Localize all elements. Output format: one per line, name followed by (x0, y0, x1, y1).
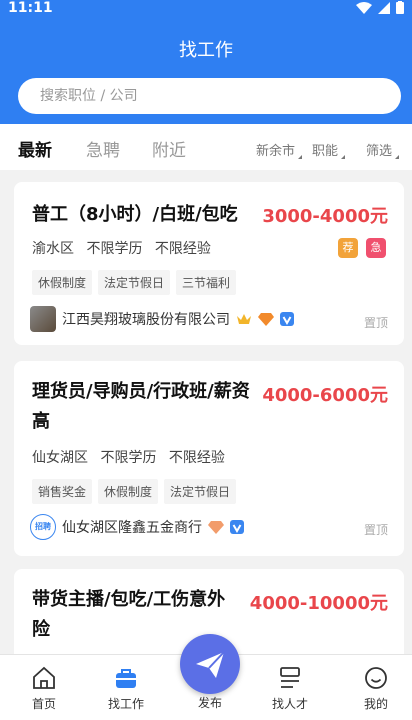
job-title: 普工（8小时）/白班/包吃 (32, 204, 238, 225)
job-card[interactable]: 理货员/导购员/行政班/薪资 高 4000-6000元 仙女湖区 不限学历 不限… (14, 361, 404, 556)
filter-more[interactable]: 筛选 (366, 140, 400, 159)
battery-icon (396, 1, 404, 14)
nav-home-label: 首页 (31, 697, 56, 711)
company-logo: 招聘 (30, 514, 56, 540)
job-salary: 3000-4000元 (262, 206, 388, 227)
benefit-tag: 法定节假日 (98, 270, 171, 295)
job-salary: 4000-10000元 (249, 593, 388, 614)
benefit-tag: 法定节假日 (164, 479, 237, 504)
nav-find-talent-label: 找人才 (271, 697, 308, 711)
benefit-tag: 销售奖金 (32, 479, 93, 504)
recommend-badge: 荐 (338, 238, 358, 258)
company-logo (30, 306, 56, 332)
job-benefit-tags: 销售奖金 休假制度 法定节假日 (32, 479, 237, 504)
status-icons (356, 1, 404, 14)
signal-icon (378, 1, 390, 14)
diamond-icon (208, 521, 224, 534)
pinned-label: 置顶 (363, 523, 388, 537)
talent-card-icon (280, 667, 300, 688)
company-name: 江西昊翔玻璃股份有限公司 (62, 312, 230, 328)
pinned-label: 置顶 (363, 316, 388, 330)
company-name: 仙女湖区隆鑫五金商行 (62, 520, 202, 536)
job-list: 普工（8小时）/白班/包吃 3000-4000元 渝水区 不限学历 不限经验 荐… (0, 170, 412, 654)
job-title-line: 高 (32, 411, 50, 432)
job-education: 不限学历 (100, 450, 157, 466)
nav-find-talent[interactable]: 找人才 (260, 665, 320, 712)
job-salary: 4000-6000元 (262, 385, 388, 406)
status-time: 11:11 (8, 0, 53, 16)
smile-icon (365, 667, 387, 689)
nav-find-job[interactable]: 找工作 (96, 665, 156, 712)
nav-home[interactable]: 首页 (14, 665, 74, 712)
urgent-badge: 急 (366, 238, 386, 258)
job-card[interactable]: 普工（8小时）/白班/包吃 3000-4000元 渝水区 不限学历 不限经验 荐… (14, 182, 404, 345)
benefit-tag: 休假制度 (32, 270, 93, 295)
filter-more-label: 筛选 (366, 144, 393, 159)
job-title-line: 带货主播/包吃/工伤意外 (32, 589, 226, 610)
filter-function-label: 职能 (312, 144, 339, 159)
search-input[interactable]: 搜索职位 / 公司 (18, 78, 401, 114)
benefit-tag: 三节福利 (176, 270, 237, 295)
paper-plane-icon (196, 651, 225, 678)
nav-find-job-label: 找工作 (107, 697, 144, 711)
company-row[interactable]: 江西昊翔玻璃股份有限公司 (30, 306, 294, 332)
filter-city[interactable]: 新余市 (256, 140, 303, 159)
crown-icon (237, 314, 251, 324)
job-benefit-tags: 休假制度 法定节假日 三节福利 (32, 270, 237, 295)
nav-publish-label: 发布 (197, 696, 222, 710)
dropdown-triangle-icon (341, 155, 346, 159)
tab-bar: 最新 急聘 附近 新余市 职能 筛选 (0, 124, 412, 170)
job-education: 不限学历 (86, 241, 143, 257)
verified-icon (230, 520, 244, 534)
job-title-line: 理货员/导购员/行政班/薪资 (32, 381, 250, 402)
wifi-icon (356, 1, 372, 14)
page-title: 找工作 (179, 40, 233, 61)
job-experience: 不限经验 (154, 241, 211, 257)
dropdown-triangle-icon (395, 155, 400, 159)
nav-mine[interactable]: 我的 (346, 665, 406, 712)
dropdown-triangle-icon (298, 155, 303, 159)
job-experience: 不限经验 (168, 450, 225, 466)
diamond-icon (258, 313, 274, 326)
header-bar: 11:11 找工作 搜索职位 / 公司 (0, 0, 412, 124)
tab-latest[interactable]: 最新 (18, 136, 52, 161)
verified-icon (280, 312, 294, 326)
benefit-tag: 休假制度 (98, 479, 159, 504)
publish-button[interactable] (180, 634, 240, 694)
tab-urgent[interactable]: 急聘 (86, 136, 120, 161)
job-requirements: 仙女湖区 不限学历 不限经验 (32, 447, 225, 467)
filter-city-label: 新余市 (256, 144, 296, 159)
job-title: 理货员/导购员/行政班/薪资 高 (32, 377, 250, 437)
filter-function[interactable]: 职能 (312, 140, 346, 159)
job-district: 仙女湖区 (32, 450, 88, 466)
job-district: 渝水区 (32, 241, 74, 257)
tab-nearby[interactable]: 附近 (152, 136, 186, 161)
company-row[interactable]: 招聘 仙女湖区隆鑫五金商行 (30, 514, 244, 540)
nav-mine-label: 我的 (363, 697, 388, 711)
status-bar: 11:11 (0, 0, 412, 20)
home-icon (33, 666, 55, 689)
briefcase-icon (116, 669, 136, 688)
job-requirements: 渝水区 不限学历 不限经验 (32, 238, 211, 258)
